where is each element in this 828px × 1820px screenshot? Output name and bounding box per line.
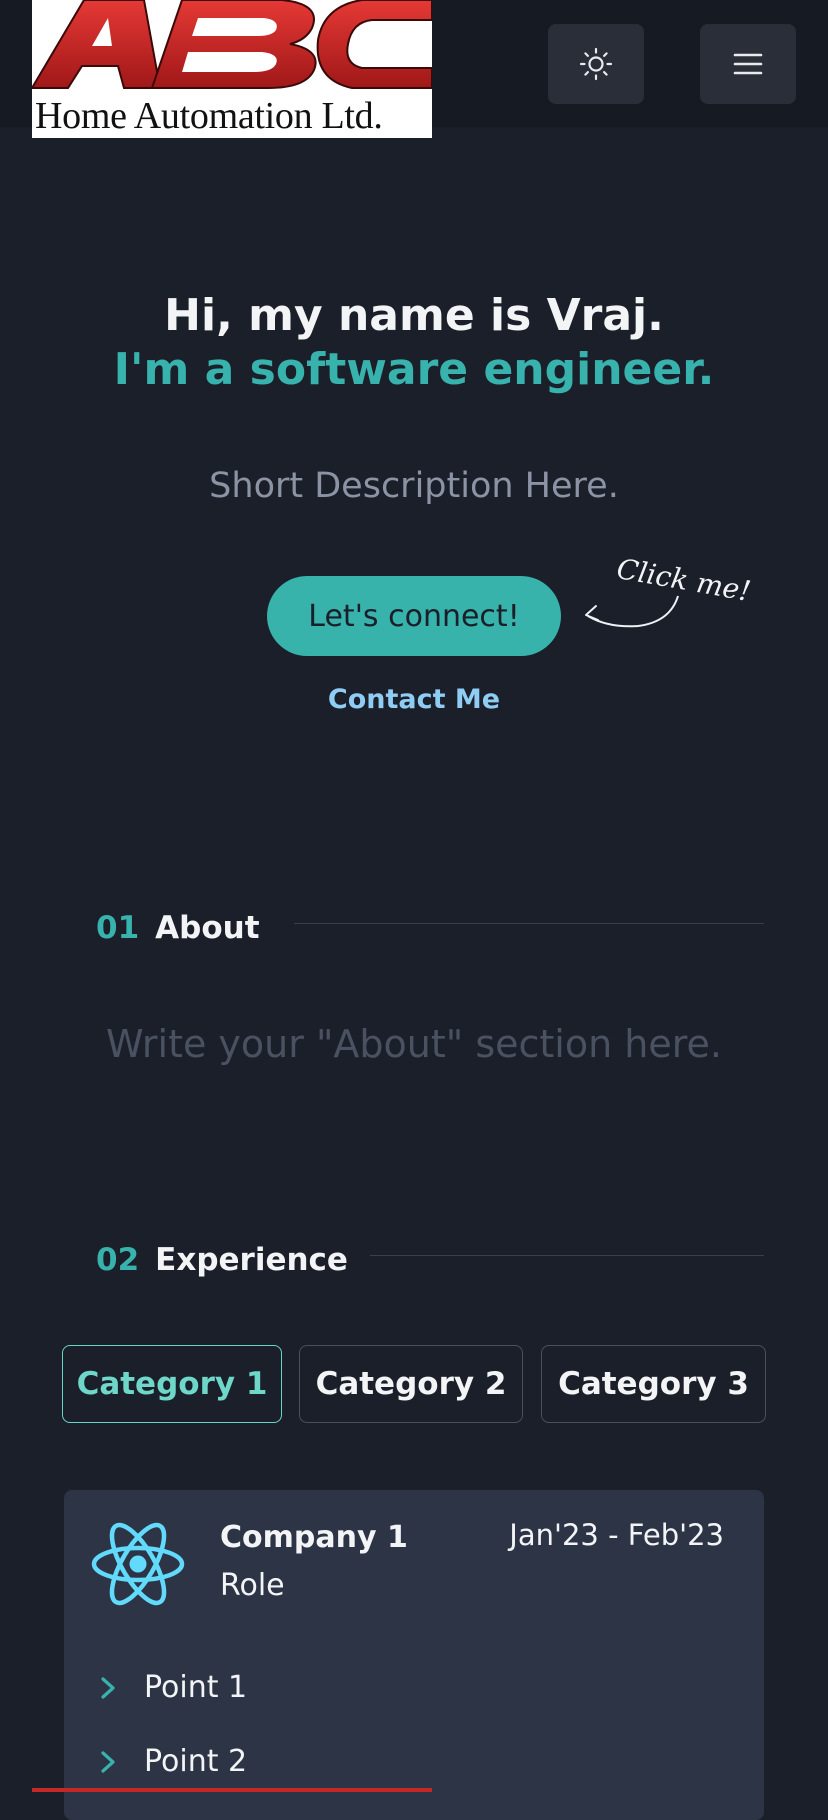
sun-icon [579, 47, 613, 81]
experience-section-heading: 02 Experience [96, 1236, 348, 1284]
company-name: Company 1 [220, 1520, 408, 1555]
hamburger-menu-icon [733, 53, 763, 75]
employment-dates: Jan'23 - Feb'23 [509, 1518, 724, 1552]
contact-me-link[interactable]: Contact Me [0, 680, 828, 720]
company-logo[interactable]: Home Automation Ltd. [32, 0, 432, 138]
chevron-right-icon [101, 1676, 115, 1699]
point-text: Point 1 [144, 1670, 248, 1705]
theme-toggle-button[interactable] [548, 24, 644, 104]
chevron-right-icon [101, 1750, 115, 1773]
menu-button[interactable] [700, 24, 796, 104]
site-header: Home Automation Ltd. [0, 0, 828, 138]
hero-tagline: I'm a software engineer. [113, 344, 715, 395]
about-divider [294, 923, 764, 924]
tab-category-2[interactable]: Category 2 [299, 1345, 523, 1423]
list-item: Point 2 [100, 1744, 247, 1779]
experience-section-title: Experience [155, 1242, 348, 1278]
hero-greeting: Hi, my name is Vraj. [164, 290, 664, 341]
abc-logo-graphic [32, 0, 432, 89]
experience-card: Company 1 Role Jan'23 - Feb'23 Point 1 P… [64, 1490, 764, 1820]
list-item: Point 1 [100, 1670, 247, 1705]
hero-description: Short Description Here. [209, 466, 619, 506]
experience-section-number: 02 [96, 1242, 140, 1278]
about-section-number: 01 [96, 910, 140, 946]
tab-category-1[interactable]: Category 1 [62, 1345, 282, 1423]
about-section-heading: 01 About [96, 904, 260, 952]
point-text: Point 2 [144, 1744, 248, 1779]
tab-category-3[interactable]: Category 3 [541, 1345, 766, 1423]
logo-company-name: Home Automation Ltd. [35, 95, 383, 137]
curved-arrow-icon [585, 595, 679, 628]
about-section-title: About [155, 910, 260, 946]
experience-divider [370, 1255, 764, 1256]
react-icon [91, 1522, 185, 1606]
logo-edge-strip [32, 1788, 432, 1792]
lets-connect-button[interactable]: Let's connect! [267, 576, 561, 656]
job-role: Role [220, 1568, 285, 1603]
about-body-text: Write your "About" section here. [106, 1022, 722, 1066]
